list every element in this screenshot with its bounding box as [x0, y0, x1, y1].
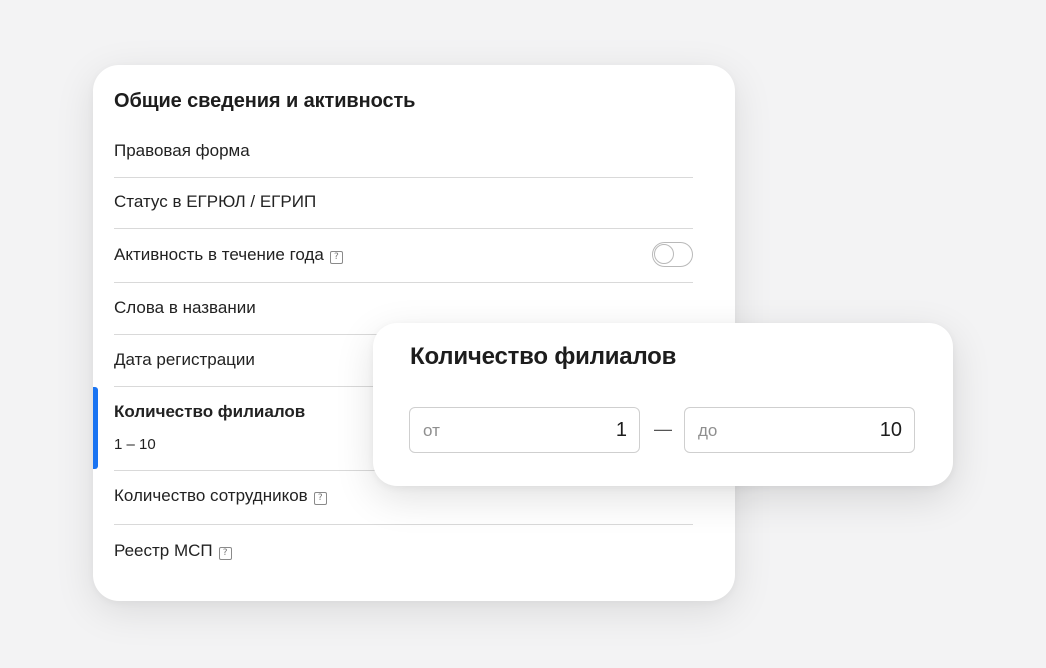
active-row-indicator [93, 387, 98, 469]
help-icon[interactable]: ? [329, 251, 343, 264]
activity-toggle[interactable] [652, 242, 693, 267]
filter-row-label: Слова в названии [114, 298, 256, 317]
filter-row-label-wrap: Количество сотрудников? [114, 486, 327, 506]
filter-row-label: Количество филиалов [114, 402, 306, 421]
filter-row-label: Количество сотрудников [114, 486, 308, 505]
filter-row-label-wrap: Активность в течение года? [114, 245, 343, 265]
filter-row-label: Активность в течение года [114, 245, 324, 264]
filter-row-activity[interactable]: Активность в течение года? [114, 229, 693, 283]
range-to-input[interactable]: до 10 [684, 407, 915, 453]
popup-title: Количество филиалов [410, 343, 677, 370]
filter-row-value: 1 – 10 [114, 436, 156, 453]
filter-row-label-wrap: Реестр МСП? [114, 541, 232, 561]
range-separator: — [654, 419, 672, 439]
help-icon[interactable]: ? [218, 547, 232, 560]
panel-title: Общие сведения и активность [114, 90, 416, 112]
filter-row-label: Дата регистрации [114, 350, 255, 369]
filter-row-label: Реестр МСП [114, 541, 213, 560]
filter-row-status[interactable]: Статус в ЕГРЮЛ / ЕГРИП [114, 178, 693, 229]
range-from-input[interactable]: от 1 [409, 407, 640, 453]
range-from-placeholder: от [423, 421, 440, 440]
branches-range-popup: Количество филиалов от 1 — до 10 [373, 323, 953, 486]
filter-row-label: Правовая форма [114, 141, 250, 160]
filter-row-sme-registry[interactable]: Реестр МСП? [114, 525, 693, 577]
filter-row-legal-form[interactable]: Правовая форма [114, 129, 693, 178]
range-from-value: 1 [615, 419, 627, 441]
toggle-knob [654, 244, 674, 264]
range-to-value: 10 [879, 419, 902, 441]
range-to-placeholder: до [698, 421, 718, 440]
help-icon[interactable]: ? [313, 492, 327, 505]
filter-row-label: Статус в ЕГРЮЛ / ЕГРИП [114, 192, 317, 211]
